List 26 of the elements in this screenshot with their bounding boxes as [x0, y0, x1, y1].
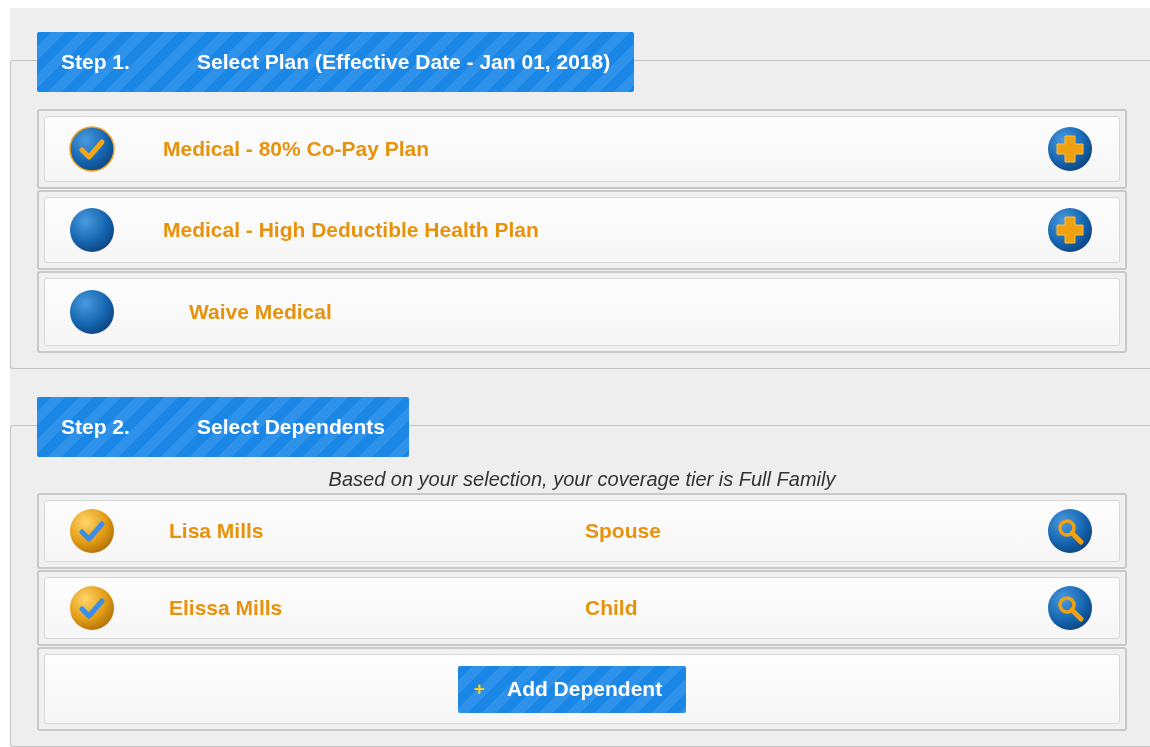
dependent-relationship: Spouse: [585, 519, 661, 543]
search-icon[interactable]: [1047, 585, 1093, 631]
search-icon[interactable]: [1047, 508, 1093, 554]
dependent-name: Elissa Mills: [169, 596, 284, 620]
plan-option[interactable]: Medical - 80% Co-Pay Plan: [37, 109, 1127, 189]
step-title: Select Dependents: [197, 415, 385, 439]
radio-icon[interactable]: [69, 289, 115, 335]
step-number: Step 2.: [61, 415, 131, 439]
dependent-relationship: Child: [585, 596, 638, 620]
radio-icon[interactable]: [69, 207, 115, 253]
plan-label: Waive Medical: [189, 300, 332, 324]
plus-icon[interactable]: [1047, 207, 1093, 253]
plus-icon: +: [473, 678, 485, 700]
plan-option[interactable]: Waive Medical: [37, 271, 1127, 353]
plan-label: Medical - 80% Co-Pay Plan: [163, 137, 430, 161]
plus-icon[interactable]: [1047, 126, 1093, 172]
dependent-name: Lisa Mills: [169, 519, 265, 543]
plan-option[interactable]: Medical - High Deductible Health Plan: [37, 190, 1127, 270]
plan-label: Medical - High Deductible Health Plan: [163, 218, 539, 242]
checkbox[interactable]: [69, 508, 115, 554]
coverage-note: Based on your selection, your coverage tier is Full Family: [328, 468, 836, 490]
add-dependent-button[interactable]: + Add Dependent: [457, 665, 687, 713]
check-icon[interactable]: [69, 126, 115, 172]
checkbox[interactable]: [69, 585, 115, 631]
step-title: Select Plan (Effective Date - Jan 01, 2018): [197, 50, 611, 74]
step-number: Step 1.: [61, 50, 131, 74]
